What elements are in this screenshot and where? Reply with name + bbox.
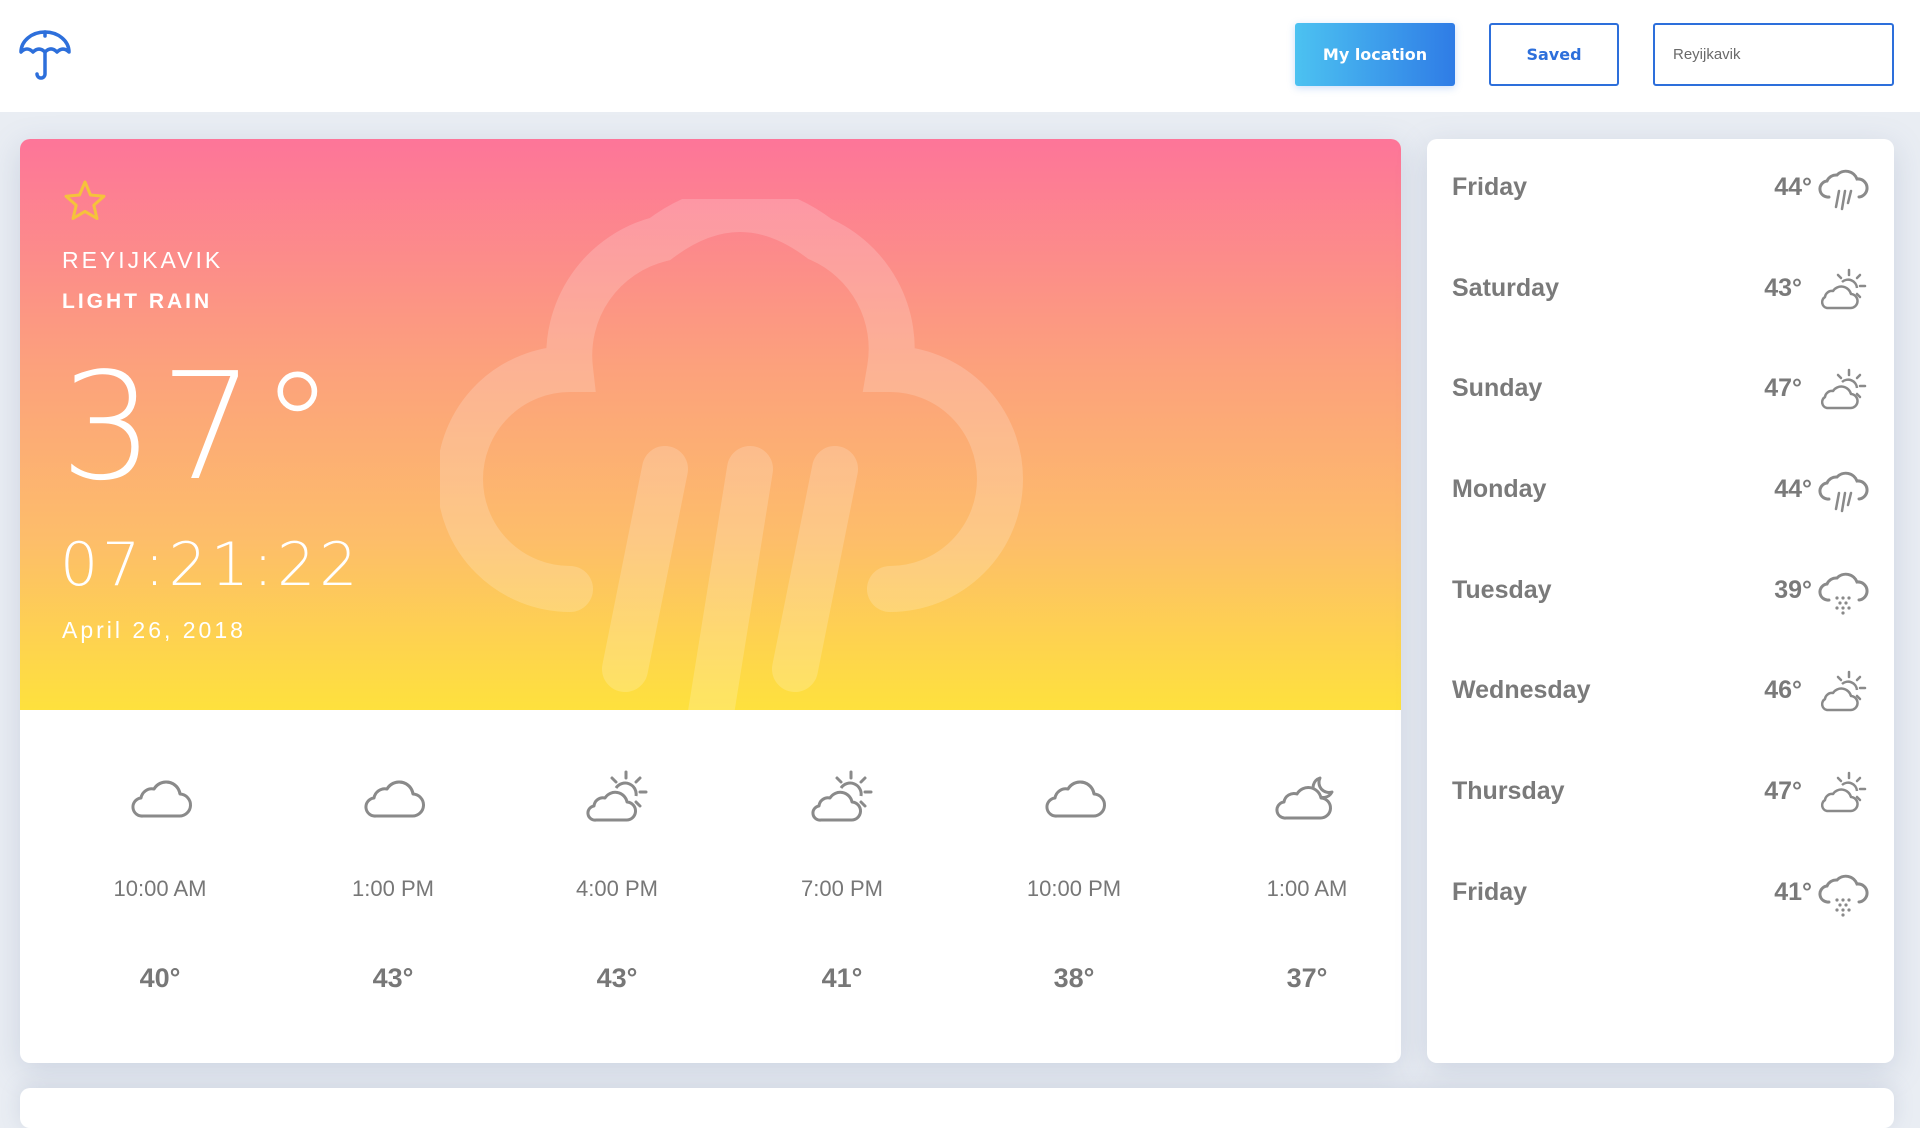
current-temperature: 37°: [60, 341, 341, 513]
daily-item[interactable]: Wednesday 46°: [1427, 642, 1894, 742]
top-bar: My location Saved: [0, 0, 1920, 112]
hourly-time: 10:00 AM: [113, 876, 207, 901]
hourly-time: 4:00 PM: [576, 876, 658, 901]
city-search-input[interactable]: [1653, 23, 1894, 86]
hourly-item: 7:00 PM 41°: [742, 710, 942, 1063]
current-time: 07:21:22: [60, 530, 362, 600]
hourly-temperature: 37°: [1286, 963, 1328, 993]
favorite-star-icon[interactable]: [62, 179, 108, 223]
daily-item[interactable]: Friday 44°: [1427, 139, 1894, 239]
snow-icon: [1817, 870, 1869, 918]
hourly-temperature: 38°: [1053, 963, 1095, 993]
snow-icon: [1817, 568, 1869, 616]
day-temperature: 44°: [1774, 475, 1812, 503]
daily-item[interactable]: Tuesday 39°: [1427, 542, 1894, 642]
daily-item[interactable]: Friday 41°: [1427, 844, 1894, 944]
hourly-time: 1:00 PM: [352, 876, 434, 901]
cloud-icon: [358, 768, 428, 828]
hourly-item: 1:00 AM 37°: [1207, 710, 1401, 1063]
my-location-button[interactable]: My location: [1295, 23, 1455, 86]
city-name: REYIJKAVIK: [62, 247, 224, 273]
rain-icon: [1817, 165, 1869, 213]
day-name: Monday: [1452, 475, 1547, 503]
hourly-temperature: 43°: [372, 963, 414, 993]
hourly-time: 10:00 PM: [1026, 876, 1122, 901]
hourly-item: 10:00 PM 38°: [974, 710, 1174, 1063]
hourly-forecast: 10:00 AM 40° 1:00 PM 43° 4:00 PM 43° 7:0…: [20, 710, 1401, 1063]
daily-item[interactable]: Monday 44°: [1427, 441, 1894, 541]
day-name: Friday: [1452, 878, 1528, 906]
hourly-time: 7:00 PM: [801, 876, 883, 901]
day-name: Friday: [1452, 173, 1528, 201]
rain-icon: [1817, 467, 1869, 515]
cloud-icon: [125, 768, 195, 828]
daily-forecast: Friday 44° Saturday 43° Sunday 47° Monda…: [1427, 139, 1894, 1063]
rain-cloud-background-icon: [440, 199, 1023, 710]
daily-item[interactable]: Sunday 47°: [1427, 340, 1894, 440]
day-name: Tuesday: [1452, 576, 1552, 604]
hourly-temperature: 41°: [821, 963, 863, 993]
partly-sunny-icon: [807, 768, 877, 828]
day-name: Saturday: [1452, 274, 1559, 302]
daily-item[interactable]: Saturday 43°: [1427, 240, 1894, 340]
daily-item[interactable]: Thursday 47°: [1427, 743, 1894, 843]
partly-sunny-icon: [1817, 769, 1869, 817]
day-name: Thursday: [1452, 777, 1565, 805]
day-name: Wednesday: [1452, 676, 1591, 704]
partly-sunny-icon: [1817, 366, 1869, 414]
weather-condition: LIGHT RAIN: [62, 290, 213, 313]
day-temperature: 39°: [1774, 576, 1812, 604]
umbrella-logo-icon[interactable]: [18, 30, 72, 82]
day-temperature: 47°: [1764, 374, 1802, 402]
hourly-temperature: 43°: [596, 963, 638, 993]
hourly-item: 1:00 PM 43°: [293, 710, 493, 1063]
day-temperature: 43°: [1764, 274, 1802, 302]
hourly-time: 1:00 AM: [1266, 876, 1348, 901]
day-name: Sunday: [1452, 374, 1543, 402]
saved-button[interactable]: Saved: [1489, 23, 1619, 86]
day-temperature: 41°: [1774, 878, 1812, 906]
cloudy-night-icon: [1272, 768, 1342, 828]
current-weather-card: REYIJKAVIK LIGHT RAIN 37° 07:21:22 April…: [20, 139, 1401, 1063]
day-temperature: 44°: [1774, 173, 1812, 201]
current-weather-hero: REYIJKAVIK LIGHT RAIN 37° 07:21:22 April…: [20, 139, 1401, 710]
hourly-item: 4:00 PM 43°: [517, 710, 717, 1063]
hourly-temperature: 40°: [139, 963, 181, 993]
current-date: April 26, 2018: [62, 617, 246, 643]
partly-sunny-icon: [1817, 668, 1869, 716]
hourly-item: 10:00 AM 40°: [60, 710, 260, 1063]
bottom-panel: [20, 1088, 1894, 1128]
cloud-icon: [1039, 768, 1109, 828]
partly-sunny-icon: [1817, 266, 1869, 314]
day-temperature: 47°: [1764, 777, 1802, 805]
day-temperature: 46°: [1764, 676, 1802, 704]
partly-sunny-icon: [582, 768, 652, 828]
